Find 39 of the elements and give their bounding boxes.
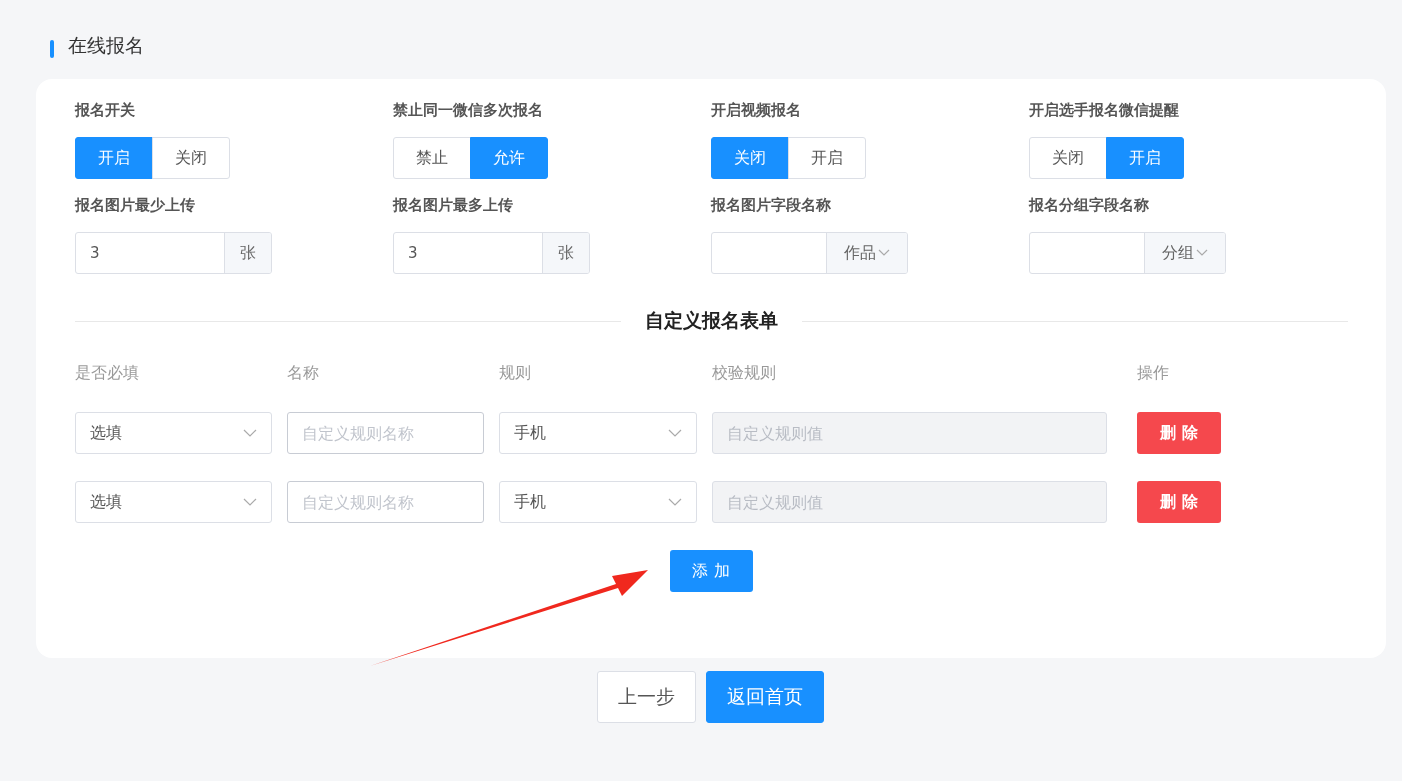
toggle-option[interactable]: 关闭 [1029, 137, 1107, 179]
field-label: 开启选手报名微信提醒 [1029, 100, 1179, 121]
form-heading: 自定义报名表单 [644, 308, 779, 333]
column-header: 规则 [499, 362, 532, 384]
footer-button[interactable]: 上一步 [597, 671, 696, 723]
field-label: 开启视频报名 [711, 100, 801, 121]
chevron-down-icon [668, 429, 682, 437]
accent-bar [50, 40, 54, 58]
field-label: 报名图片最多上传 [393, 195, 513, 216]
toggle-option[interactable]: 禁止 [393, 137, 471, 179]
chevron-down-icon [243, 429, 257, 437]
field-label: 报名开关 [75, 100, 135, 121]
column-header: 校验规则 [712, 362, 777, 384]
column-header: 名称 [287, 362, 320, 384]
chevron-down-icon [243, 498, 257, 506]
chevron-down-icon [668, 498, 682, 506]
toggle-option[interactable]: 关闭 [152, 137, 230, 179]
toggle-option[interactable]: 开启 [788, 137, 866, 179]
input-field[interactable]: 自定义规则名称 [287, 412, 484, 454]
field-label: 报名图片字段名称 [711, 195, 831, 216]
chevron-down-icon [878, 249, 890, 257]
chevron-down-icon [1196, 249, 1208, 257]
delete-button[interactable]: 删 除 [1137, 481, 1221, 523]
select-field[interactable]: 选填 [75, 412, 272, 454]
column-header: 操作 [1137, 362, 1170, 384]
input-field[interactable]: 自定义规则名称 [287, 481, 484, 523]
field-label: 禁止同一微信多次报名 [393, 100, 543, 121]
select-field[interactable]: 选填 [75, 481, 272, 523]
select-field[interactable]: 手机 [499, 481, 697, 523]
delete-button[interactable]: 删 除 [1137, 412, 1221, 454]
section-title: 在线报名 [68, 33, 144, 58]
select-field[interactable]: 手机 [499, 412, 697, 454]
input-field[interactable]: 分组 [1029, 232, 1226, 274]
field-label: 报名分组字段名称 [1029, 195, 1149, 216]
field-label: 报名图片最少上传 [75, 195, 195, 216]
input-field[interactable]: 3 张 [75, 232, 272, 274]
input-field[interactable]: 3 张 [393, 232, 590, 274]
column-header: 是否必填 [75, 362, 140, 384]
input-field[interactable]: 作品 [711, 232, 908, 274]
